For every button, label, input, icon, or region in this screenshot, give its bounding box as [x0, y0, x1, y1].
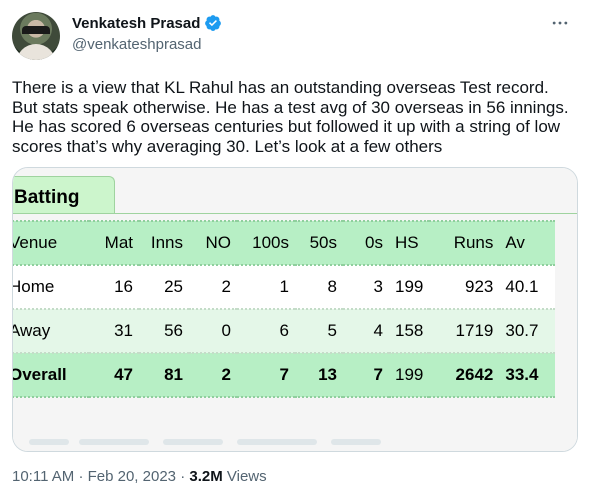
column-header: Venue — [13, 220, 89, 266]
table-cell: 199 — [389, 353, 430, 398]
column-header: 0s — [343, 220, 389, 266]
faded-text-block — [79, 439, 149, 445]
table-cell: 30.7 — [499, 309, 556, 354]
table-cell: 2 — [189, 265, 237, 310]
tweet-time[interactable]: 10:11 AM — [12, 468, 74, 485]
table-cell: 31 — [89, 309, 139, 354]
table-cell: 923 — [429, 265, 500, 310]
avatar-shirt — [16, 44, 56, 60]
meta-separator: · — [180, 468, 186, 485]
author-name-row: Venkatesh Prasad — [72, 14, 222, 32]
tweet-media-image[interactable]: Batting Venue Mat Inns NO 100s 50s 0s HS… — [12, 167, 578, 452]
views-label: Views — [226, 468, 267, 485]
table-cell: 158 — [389, 309, 430, 354]
author-display-name[interactable]: Venkatesh Prasad — [72, 15, 200, 32]
table-cell: 3 — [343, 265, 389, 310]
tweet-date[interactable]: Feb 20, 2023 — [88, 468, 176, 485]
table-cell: 47 — [89, 353, 139, 398]
table-cell: 16 — [89, 265, 139, 310]
table-cell: 81 — [139, 353, 189, 398]
table-cell: 1 — [237, 265, 295, 310]
table-header-row: Venue Mat Inns NO 100s 50s 0s HS Runs Av — [13, 220, 556, 266]
tweet-text: There is a view that KL Rahul has an out… — [12, 78, 569, 156]
faded-text-block — [331, 439, 381, 445]
author-handle[interactable]: @venkateshprasad — [72, 36, 201, 53]
column-header: NO — [189, 220, 237, 266]
table-cell: 7 — [343, 353, 389, 398]
table-cell: 199 — [389, 265, 430, 310]
column-header: Inns — [139, 220, 189, 266]
table-cell: 1719 — [429, 309, 500, 354]
venue-cell: Home — [13, 265, 89, 310]
column-header: 50s — [295, 220, 343, 266]
table-cell: 25 — [139, 265, 189, 310]
table-row: Home 16 25 2 1 8 3 199 923 40.1 — [13, 265, 556, 310]
avatar[interactable] — [12, 12, 60, 60]
meta-separator: · — [78, 468, 84, 485]
table-cell: 8 — [295, 265, 343, 310]
column-header: Av — [499, 220, 556, 266]
views-count: 3.2M — [189, 468, 223, 485]
table-cell: 5 — [295, 309, 343, 354]
table-cell: 2 — [189, 353, 237, 398]
batting-stats-table: Venue Mat Inns NO 100s 50s 0s HS Runs Av… — [13, 220, 556, 398]
verified-badge-icon — [205, 15, 222, 31]
faded-text-block — [237, 439, 317, 445]
table-cell: 40.1 — [499, 265, 556, 310]
batting-tab: Batting — [13, 176, 115, 214]
avatar-cap — [22, 26, 50, 34]
table-cell: 33.4 — [499, 353, 556, 398]
table-cell: 4 — [343, 309, 389, 354]
tweet-meta: 10:11 AM · Feb 20, 2023 · 3.2M Views — [12, 468, 267, 485]
tab-divider — [13, 213, 577, 214]
faded-text-block — [163, 439, 223, 445]
faded-text-block — [29, 439, 69, 445]
faded-footer-text — [13, 433, 577, 451]
stats-screenshot: Batting Venue Mat Inns NO 100s 50s 0s HS… — [13, 168, 577, 451]
table-row: Overall 47 81 2 7 13 7 199 2642 33.4 — [13, 353, 556, 398]
more-options-glyph — [552, 21, 568, 25]
table-cell: 2642 — [429, 353, 500, 398]
table-cell: 0 — [189, 309, 237, 354]
table-row: Away 31 56 0 6 5 4 158 1719 30.7 — [13, 309, 556, 354]
venue-cell: Away — [13, 309, 89, 354]
column-header: Runs — [429, 220, 500, 266]
column-header: Mat — [89, 220, 139, 266]
table-cell: 7 — [237, 353, 295, 398]
table-cell: 13 — [295, 353, 343, 398]
table-cell: 56 — [139, 309, 189, 354]
column-header: HS — [389, 220, 430, 266]
column-header: 100s — [237, 220, 295, 266]
venue-cell: Overall — [13, 353, 89, 398]
ellipsis-icon[interactable] — [549, 12, 571, 34]
table-cell: 6 — [237, 309, 295, 354]
